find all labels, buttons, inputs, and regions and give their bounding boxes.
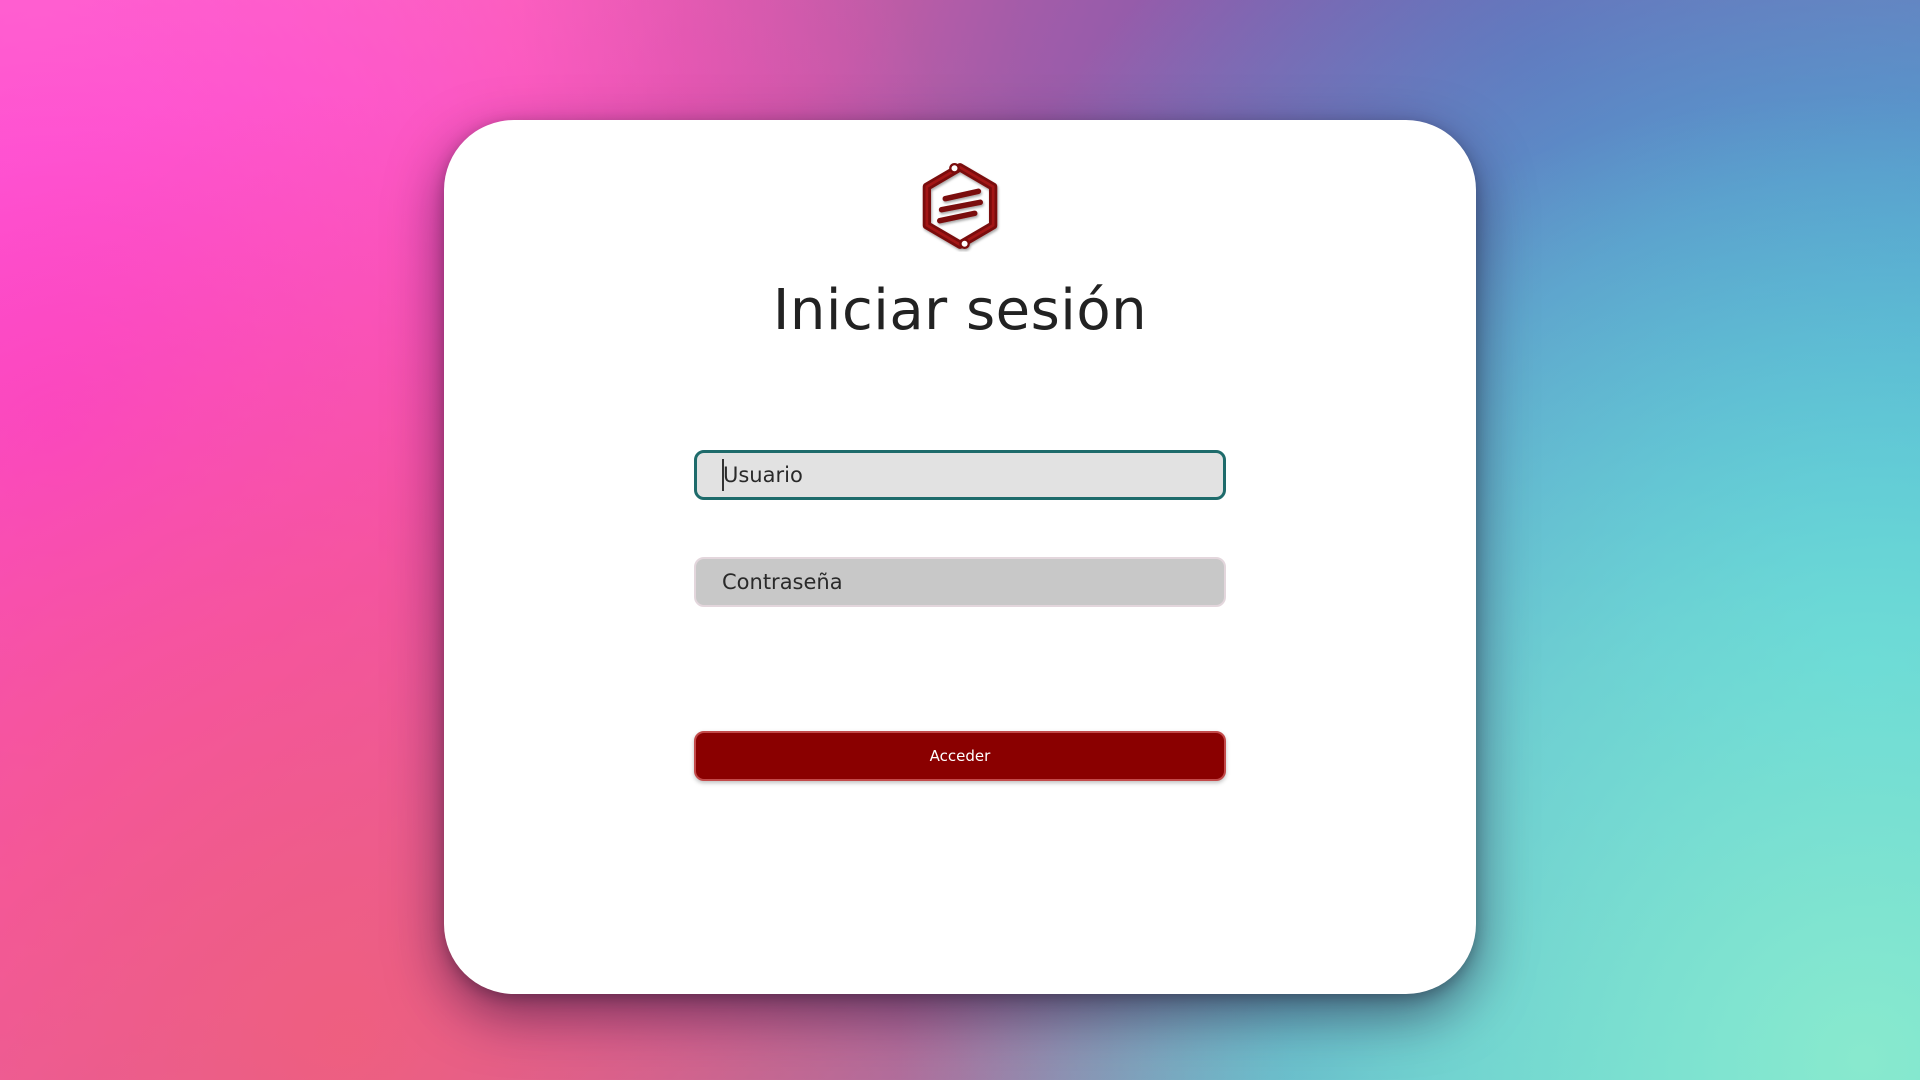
password-input[interactable] xyxy=(694,557,1226,607)
page-title: Iniciar sesión xyxy=(772,278,1148,343)
text-cursor xyxy=(722,459,724,491)
hexagon-logo-icon xyxy=(914,160,1006,252)
submit-button[interactable]: Acceder xyxy=(694,731,1226,781)
login-card: Iniciar sesión Acceder xyxy=(444,120,1476,994)
username-input[interactable] xyxy=(694,450,1226,500)
